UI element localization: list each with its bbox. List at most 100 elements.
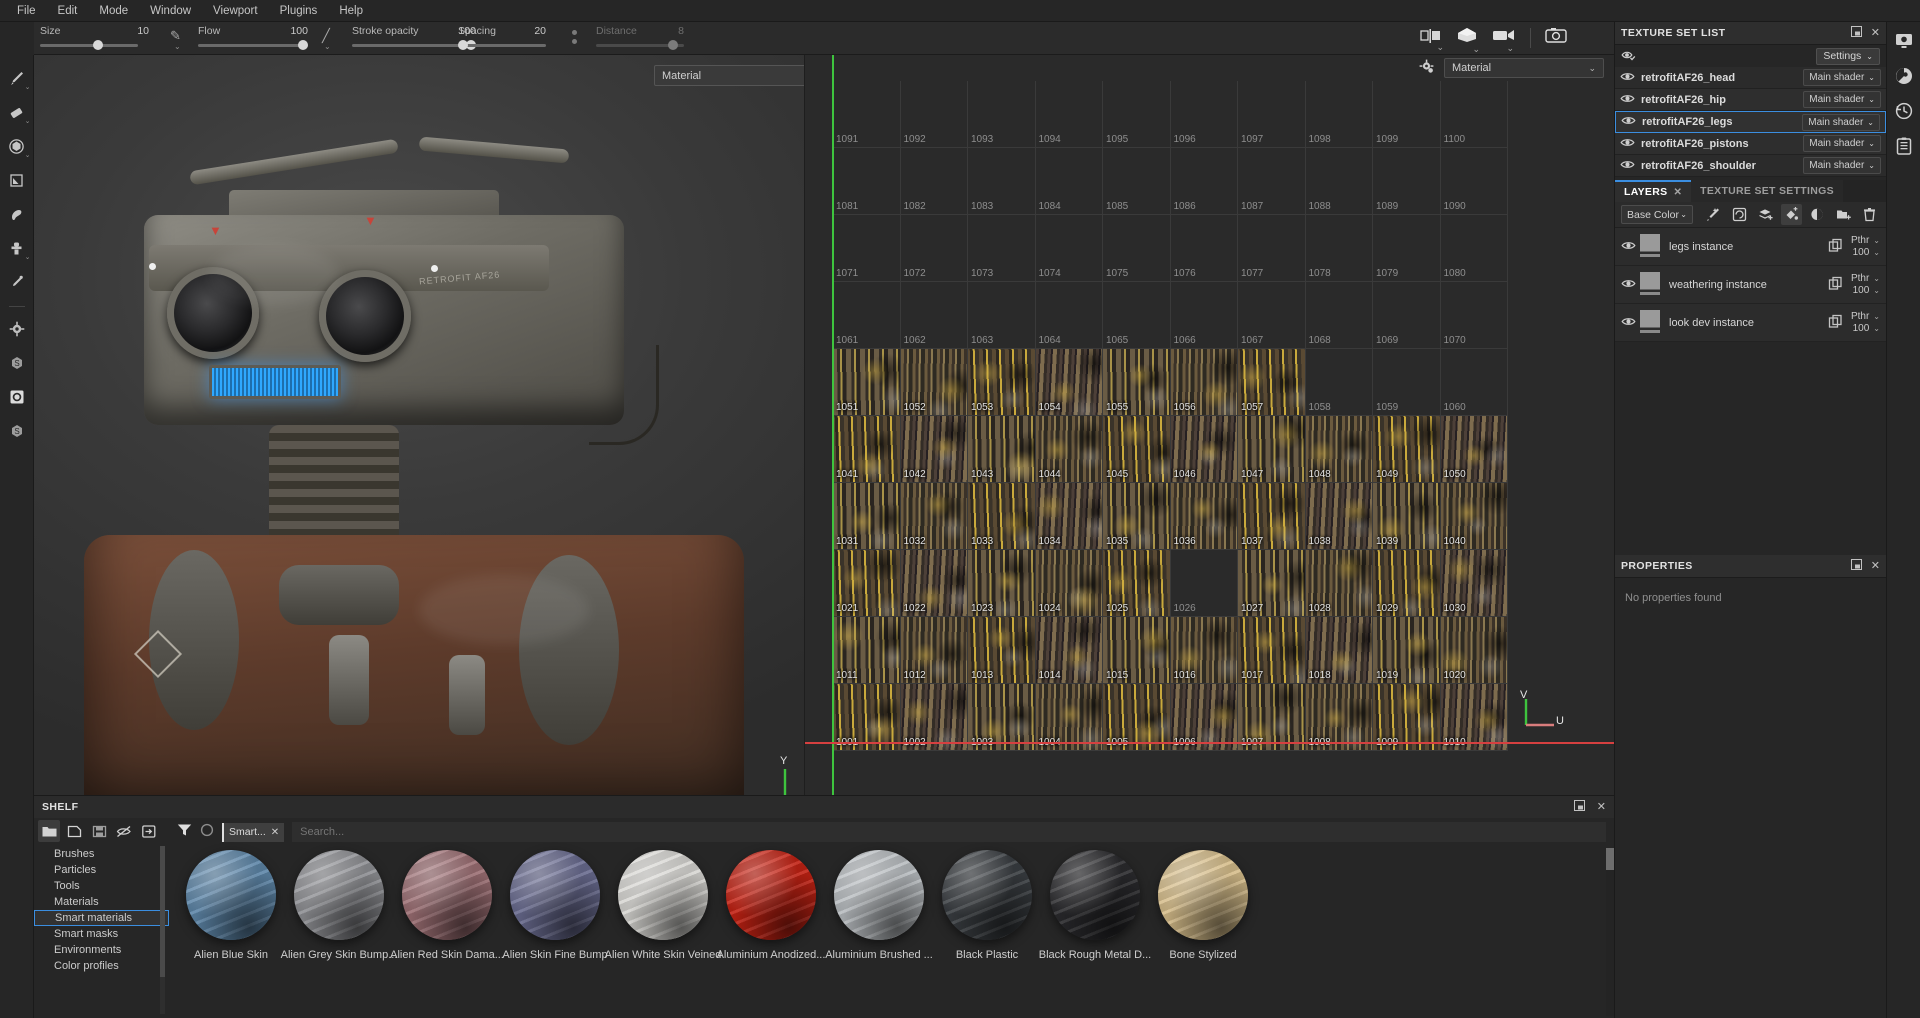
menu-item-edit[interactable]: Edit <box>47 2 89 20</box>
close-icon[interactable]: ✕ <box>1673 187 1682 198</box>
udim-tile[interactable]: 1091 <box>833 81 901 148</box>
undock-icon[interactable] <box>1574 800 1585 814</box>
udim-tile[interactable]: 1066 <box>1171 282 1239 349</box>
channel-selector[interactable]: Base Color ⌄ <box>1621 205 1693 224</box>
shelf-category-materials[interactable]: Materials <box>34 894 169 910</box>
udim-tile[interactable]: 1013 <box>968 617 1036 684</box>
smudge-tool[interactable] <box>2 199 32 229</box>
visibility-toggle-icon[interactable] <box>1621 115 1635 129</box>
udim-tile[interactable]: 1098 <box>1306 81 1374 148</box>
udim-tile[interactable]: 1100 <box>1441 81 1509 148</box>
visibility-toggle-icon[interactable] <box>1620 71 1634 85</box>
udim-tile[interactable]: 1045 <box>1103 416 1171 483</box>
udim-tile[interactable]: 1035 <box>1103 483 1171 550</box>
tab-layers[interactable]: LAYERS✕ <box>1615 180 1691 202</box>
udim-tile[interactable]: 1002 <box>901 684 969 751</box>
delete-layer-icon[interactable] <box>1859 204 1880 225</box>
bake-settings-tool[interactable] <box>2 314 32 344</box>
udim-tile[interactable]: 1010 <box>1441 684 1509 751</box>
shelf-category-tools[interactable]: Tools <box>34 878 169 894</box>
shader-selector[interactable]: Main shader⌄ <box>1803 69 1881 86</box>
udim-tile[interactable]: 1068 <box>1306 282 1374 349</box>
brush-preview-icon[interactable]: ✎⌄ <box>170 28 181 44</box>
udim-tile[interactable]: 1058 <box>1306 349 1374 416</box>
texture-set-row[interactable]: retrofitAF26_pistonsMain shader⌄ <box>1615 133 1886 155</box>
geometry-mask-tool[interactable]: S <box>2 348 32 378</box>
polygon-fill-tool[interactable] <box>2 165 32 195</box>
toggle-all-visibility-icon[interactable] <box>1621 49 1635 64</box>
udim-tile[interactable]: 1047 <box>1238 416 1306 483</box>
reset-filter-icon[interactable] <box>200 823 214 842</box>
udim-tile[interactable]: 1050 <box>1441 416 1509 483</box>
texture-set-row[interactable]: retrofitAF26_hipMain shader⌄ <box>1615 89 1886 111</box>
material-thumbnail[interactable] <box>834 850 924 940</box>
udim-tile[interactable]: 1060 <box>1441 349 1509 416</box>
udim-tile[interactable]: 1042 <box>901 416 969 483</box>
eyedropper-tool[interactable] <box>2 267 32 297</box>
history-icon[interactable] <box>1891 98 1917 124</box>
udim-tile[interactable]: 1048 <box>1306 416 1374 483</box>
shader-selector[interactable]: Main shader⌄ <box>1803 157 1881 174</box>
material-thumbnail[interactable] <box>618 850 708 940</box>
search-input[interactable] <box>292 822 1606 842</box>
add-folder-icon[interactable] <box>1833 204 1854 225</box>
udim-tile[interactable]: 1076 <box>1171 215 1239 282</box>
udim-tile[interactable]: 1016 <box>1171 617 1239 684</box>
udim-tile[interactable]: 1086 <box>1171 148 1239 215</box>
spacing-slider[interactable] <box>458 44 546 47</box>
screenshot-icon[interactable] <box>1545 27 1567 48</box>
udim-tile[interactable]: 1034 <box>1036 483 1104 550</box>
layer-visibility-icon[interactable] <box>1621 240 1635 254</box>
material-thumbnail[interactable] <box>942 850 1032 940</box>
material-thumbnail[interactable] <box>294 850 384 940</box>
udim-tile[interactable]: 1025 <box>1103 550 1171 617</box>
add-fill-layer-icon[interactable] <box>1755 204 1776 225</box>
material-cell[interactable]: Alien Skin Fine Bump <box>501 850 609 1018</box>
add-paint-layer-icon[interactable] <box>1781 204 1802 225</box>
udim-tile[interactable]: 1049 <box>1373 416 1441 483</box>
udim-tile[interactable]: 1038 <box>1306 483 1374 550</box>
opacity-selector[interactable]: 100⌄ <box>1853 247 1880 258</box>
material-cell[interactable]: Alien Red Skin Dama... <box>393 850 501 1018</box>
blend-mode-selector[interactable]: Pthr⌄ <box>1851 235 1880 246</box>
folder-icon[interactable] <box>38 820 60 842</box>
udim-tile[interactable]: 1084 <box>1036 148 1104 215</box>
viewport-material-dropdown[interactable]: Material ⌄ <box>654 65 804 86</box>
uv-viewport[interactable]: 1091109210931094109510961097109810991100… <box>805 55 1614 795</box>
close-icon[interactable]: ✕ <box>271 827 279 838</box>
camera-view-icon[interactable]: ⌄ <box>1492 28 1516 47</box>
material-thumbnail[interactable] <box>1158 850 1248 940</box>
display-settings-icon[interactable] <box>1891 28 1917 54</box>
udim-tile[interactable]: 1092 <box>901 81 969 148</box>
udim-tile[interactable]: 1074 <box>1036 215 1104 282</box>
add-mask-icon[interactable] <box>1807 204 1828 225</box>
shelf-category-smart-materials[interactable]: Smart materials <box>34 910 169 926</box>
shader-settings-icon[interactable] <box>1891 63 1917 89</box>
instance-link-icon[interactable] <box>1828 314 1843 332</box>
material-thumbnail[interactable] <box>186 850 276 940</box>
udim-tile[interactable]: 1006 <box>1171 684 1239 751</box>
material-thumbnail[interactable] <box>510 850 600 940</box>
udim-tile[interactable]: 1027 <box>1238 550 1306 617</box>
udim-tile[interactable]: 1097 <box>1238 81 1306 148</box>
texture-set-settings-button[interactable]: Settings ⌄ <box>1816 48 1880 65</box>
udim-tile[interactable]: 1054 <box>1036 349 1104 416</box>
material-cell[interactable]: Alien Grey Skin Bump... <box>285 850 393 1018</box>
uv-settings-gear-icon[interactable] <box>1419 59 1434 77</box>
udim-tile[interactable]: 1055 <box>1103 349 1171 416</box>
spacing-mode-icon[interactable] <box>572 30 577 44</box>
udim-tile[interactable]: 1004 <box>1036 684 1104 751</box>
layer-row[interactable]: weathering instancePthr⌄100⌄ <box>1615 266 1886 304</box>
spacing-value[interactable]: 20 <box>520 25 546 37</box>
menu-item-viewport[interactable]: Viewport <box>202 2 269 20</box>
layer-thumbnail[interactable] <box>1640 234 1660 260</box>
udim-tile[interactable]: 1093 <box>968 81 1036 148</box>
udim-tile[interactable]: 1082 <box>901 148 969 215</box>
filter-chip[interactable]: Smart... ✕ <box>222 823 284 842</box>
uv-axis-gizmo[interactable]: V U <box>1516 693 1566 737</box>
udim-tile[interactable]: 1052 <box>901 349 969 416</box>
udim-tile[interactable]: 1072 <box>901 215 969 282</box>
udim-tile[interactable]: 1020 <box>1441 617 1509 684</box>
udim-tile[interactable]: 1087 <box>1238 148 1306 215</box>
layer-row[interactable]: legs instancePthr⌄100⌄ <box>1615 228 1886 266</box>
